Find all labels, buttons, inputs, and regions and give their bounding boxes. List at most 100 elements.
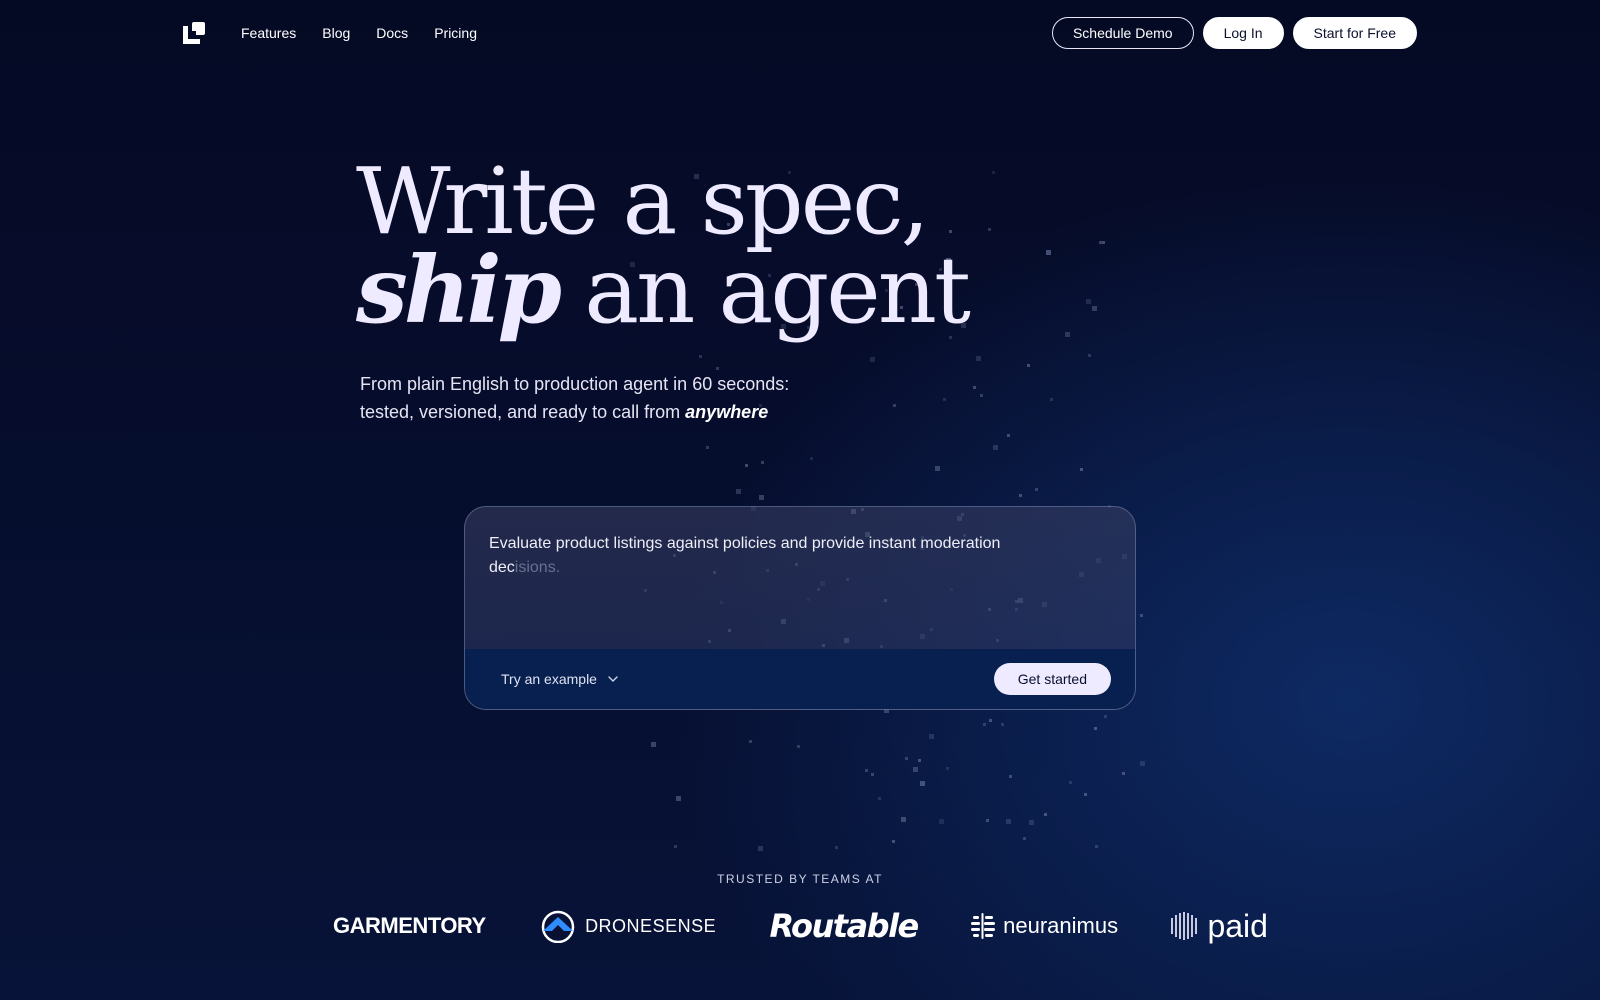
star-dot	[1000, 723, 1004, 727]
star-dot	[877, 797, 881, 801]
neuranimus-icon	[971, 913, 996, 939]
hero-subtitle-emphasis: anywhere	[685, 402, 769, 422]
star-dot	[901, 816, 907, 822]
prompt-textarea[interactable]: Evaluate product listings against polici…	[465, 507, 1025, 650]
prompt-card: Evaluate product listings against polici…	[464, 506, 1136, 710]
brand-dronesense-name: DRONESENSE	[585, 915, 717, 936]
logo-icon[interactable]	[183, 22, 205, 44]
brand-garmentory-name: GARMENTORY	[333, 913, 486, 938]
star-dot	[869, 357, 875, 363]
star-dot	[736, 489, 742, 495]
star-dot	[1043, 812, 1047, 816]
try-example-label: Try an example	[501, 671, 597, 687]
start-for-free-button[interactable]: Start for Free	[1292, 17, 1417, 49]
chevron-down-icon	[608, 676, 618, 682]
prompt-card-toolbar: Try an example Get started	[465, 649, 1135, 709]
star-dot	[892, 840, 896, 844]
star-dot	[934, 465, 940, 471]
hero-title-emphasis: ship	[356, 236, 562, 344]
star-dot	[835, 845, 839, 849]
dronesense-icon	[541, 910, 575, 943]
star-dot	[988, 719, 992, 723]
star-dot	[1140, 613, 1143, 617]
brand-neuranimus-logo: neuranimus	[971, 913, 1118, 939]
brand-paid-name: paid	[1207, 907, 1268, 944]
star-dot	[810, 456, 814, 460]
prompt-text: Evaluate product listings against polici…	[489, 535, 1001, 576]
star-dot	[1034, 488, 1038, 492]
brand-paid-logo: paid	[1171, 908, 1268, 945]
star-dot	[1005, 819, 1011, 825]
paid-icon	[1171, 912, 1198, 940]
star-dot	[673, 845, 677, 849]
star-dot	[1121, 771, 1125, 775]
prompt-text-faded: isions.	[514, 559, 561, 576]
star-dot	[759, 495, 765, 501]
customer-logos: GARMENTORY DRONESENSE Routable neuranimu…	[333, 906, 1268, 946]
nav-link-features[interactable]: Features	[241, 25, 296, 41]
log-in-button[interactable]: Log In	[1202, 17, 1284, 49]
star-dot	[706, 445, 710, 449]
brand-neuranimus-name: neuranimus	[1003, 913, 1119, 938]
star-dot	[650, 741, 656, 747]
hero-title-line1: Write a spec,	[356, 148, 930, 255]
star-dot	[986, 819, 990, 823]
star-dot	[1088, 353, 1092, 357]
star-dot	[1007, 433, 1011, 437]
star-dot	[699, 355, 703, 359]
star-dot	[1102, 241, 1106, 245]
hero-subtitle: From plain English to production agent i…	[360, 370, 880, 426]
nav-links: Features Blog Docs Pricing	[241, 25, 477, 41]
star-dot	[1098, 240, 1102, 244]
star-dot	[973, 386, 977, 390]
nav-link-docs[interactable]: Docs	[376, 25, 408, 41]
hero-title-line2-rest: an agent	[557, 237, 971, 344]
star-dot	[1091, 305, 1097, 311]
star-dot	[939, 818, 945, 824]
star-dot	[991, 170, 995, 174]
star-dot	[1085, 299, 1091, 305]
star-dot	[983, 723, 987, 727]
star-dot	[946, 766, 950, 770]
star-dot	[928, 733, 934, 739]
star-dot	[1103, 714, 1107, 718]
star-dot	[1049, 397, 1053, 401]
nav-link-blog[interactable]: Blog	[322, 25, 350, 41]
hero-subtitle-line2: tested, versioned, and ready to call fro…	[360, 402, 686, 422]
star-dot	[1008, 775, 1012, 779]
star-dot	[892, 404, 896, 407]
brand-routable-name: Routable	[769, 907, 919, 945]
try-example-dropdown[interactable]: Try an example	[501, 671, 619, 687]
star-dot	[1083, 792, 1087, 796]
star-dot	[1029, 819, 1035, 825]
top-navigation: Features Blog Docs Pricing Schedule Demo…	[183, 16, 1417, 50]
star-dot	[904, 756, 908, 760]
brand-dronesense-logo: DRONESENSE	[539, 909, 716, 943]
star-dot	[760, 461, 764, 465]
star-dot	[1022, 837, 1026, 841]
nav-link-pricing[interactable]: Pricing	[434, 25, 477, 41]
star-dot	[912, 766, 918, 772]
star-dot	[1045, 250, 1051, 256]
star-dot	[749, 739, 753, 743]
nav-actions: Schedule Demo Log In Start for Free	[1051, 17, 1417, 49]
brand-garmentory-logo: GARMENTORY	[333, 913, 486, 939]
trusted-heading: TRUSTED BY TEAMS AT	[717, 872, 883, 886]
star-dot	[864, 769, 868, 773]
hero-title: Write a spec, ship an agent	[356, 148, 971, 337]
star-dot	[1140, 761, 1145, 767]
star-dot	[976, 356, 982, 362]
star-dot	[1094, 727, 1098, 731]
star-dot	[987, 227, 991, 231]
star-dot	[871, 773, 875, 777]
hero-subtitle-line1: From plain English to production agent i…	[360, 374, 790, 394]
get-started-button[interactable]: Get started	[993, 663, 1111, 695]
star-dot	[918, 759, 922, 763]
star-dot	[943, 398, 947, 402]
brand-routable-logo: Routable	[769, 907, 919, 945]
hero-title-line2: ship an agent	[356, 244, 971, 337]
schedule-demo-button[interactable]: Schedule Demo	[1051, 17, 1194, 49]
star-dot	[797, 744, 801, 748]
star-dot	[1079, 467, 1083, 471]
star-dot	[1026, 364, 1030, 368]
